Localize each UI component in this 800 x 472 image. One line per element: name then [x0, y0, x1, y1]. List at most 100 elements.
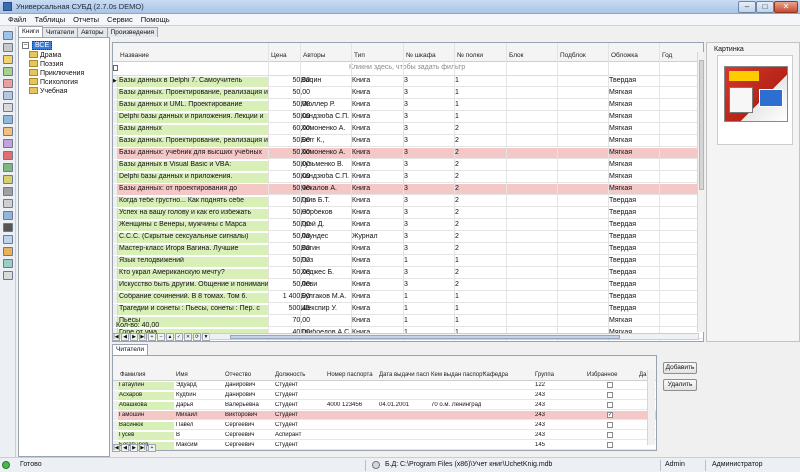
table-row[interactable]: ▶ Базы данных в Delphi 7. Самоучитель 50,0… — [113, 76, 703, 87]
books-nav-button[interactable]: ▶| — [139, 333, 147, 341]
favorite-checkbox[interactable] — [607, 392, 613, 398]
table-row[interactable]: Искусство быть другим. Общение и пониман… — [113, 280, 703, 291]
books-nav-button[interactable]: ✓ — [175, 333, 183, 341]
book-icon[interactable] — [3, 139, 13, 148]
cell-type[interactable]: Книга — [352, 317, 402, 324]
menu-tables[interactable]: Таблицы — [30, 14, 69, 25]
table-icon[interactable] — [3, 91, 13, 100]
cell-author[interactable]: Лаундес — [301, 233, 351, 240]
tab-readers-bottom[interactable]: Читатели — [112, 344, 149, 355]
cell-shelf[interactable]: 1 — [455, 113, 505, 120]
cell-type[interactable]: Книга — [352, 149, 402, 156]
table-row[interactable]: Язык телодвижений 50,00 Пиз Книга 1 1 Твердая — [113, 256, 703, 267]
books-nav-button[interactable]: ▶ — [130, 333, 138, 341]
col-header-issued-by[interactable]: Кем выдан паспорт — [431, 372, 485, 378]
cell-cabinet[interactable]: 3 — [404, 221, 454, 228]
cell-type[interactable]: Книга — [352, 341, 402, 342]
export-icon[interactable] — [3, 127, 13, 136]
books-nav-button[interactable]: ⟳ — [193, 333, 201, 341]
cell-group[interactable]: 243 — [535, 412, 585, 418]
list-item[interactable]: Асхаров Кудбин Данирович Студент 243 — [113, 391, 656, 400]
list-item[interactable]: БогатыревМаксимСергеевичСтудент145 — [113, 441, 656, 450]
col-header-shelf[interactable]: № полки — [457, 52, 483, 59]
cell-type[interactable]: Книга — [352, 77, 402, 84]
table-row[interactable]: Базы данных в Visual Basic и VBA: 50,00 Ку… — [113, 160, 703, 171]
maximize-button[interactable]: □ — [756, 1, 774, 13]
table-row[interactable]: Базы данных и UML. Проектирование 50,00 Мю… — [113, 100, 703, 111]
cell-cover[interactable]: Мягкая — [609, 173, 659, 180]
cell-firstname[interactable]: Михаил — [176, 412, 226, 418]
cell-type[interactable]: Книга — [352, 209, 402, 216]
cell-shelf[interactable]: 2 — [455, 185, 505, 192]
cell-title[interactable]: Базы данных в Delphi 7. Самоучитель — [118, 77, 268, 87]
cell-shelf[interactable]: 2 — [455, 233, 505, 240]
cell-shelf[interactable]: 2 — [455, 149, 505, 156]
tree-collapse-toggle[interactable]: – — [22, 42, 29, 49]
readers-nav-button[interactable]: ▶| — [139, 444, 147, 452]
cell-group[interactable]: 243 — [535, 392, 585, 398]
cell-title[interactable]: Собрание сочинений. В 8 томах. Том 6. — [118, 293, 268, 303]
list-item[interactable]: Гусев В Сергеевич Аспирант 243 — [113, 431, 656, 440]
cell-type[interactable]: Книга — [352, 221, 402, 228]
tree-item-all[interactable]: ВСЕ — [32, 41, 53, 50]
cell-shelf[interactable]: 2 — [455, 281, 505, 288]
books-nav-button[interactable]: |◀ — [112, 333, 120, 341]
cell-passport[interactable]: 4000 123456 — [327, 402, 377, 408]
open-icon[interactable] — [3, 31, 13, 40]
cell-shelf[interactable]: 2 — [455, 197, 505, 204]
col-header-cabinet[interactable]: № шкафа — [406, 52, 436, 59]
cell-author[interactable]: Островский — [301, 341, 351, 342]
cell-type[interactable]: Книга — [352, 101, 402, 108]
table-row[interactable]: Женщины с Венеры, мужчины с Марса 50,00 Гр… — [113, 220, 703, 231]
cell-shelf[interactable]: 1 — [455, 257, 505, 264]
attach-icon[interactable] — [3, 199, 13, 208]
cell-position[interactable]: Студент — [275, 402, 325, 408]
col-header-year[interactable]: Год — [662, 52, 672, 59]
cell-title[interactable]: Когда тебе грустно... Как поднять себе — [118, 197, 268, 207]
cell-title[interactable]: Delphi базы данных и приложения. Лекции … — [118, 113, 268, 123]
cell-type[interactable]: Книга — [352, 173, 402, 180]
books-nav-button[interactable]: + — [148, 333, 156, 341]
cell-type[interactable]: Книга — [352, 293, 402, 300]
cell-firstname[interactable]: Дарья — [176, 402, 226, 408]
cell-title[interactable]: Базы данных. Проектирование, реализация … — [118, 137, 268, 147]
col-header-cover[interactable]: Обложка — [611, 52, 638, 59]
cell-shelf[interactable]: 2 — [455, 137, 505, 144]
cell-type[interactable]: Книга — [352, 161, 402, 168]
cell-cabinet[interactable]: 1 — [404, 257, 454, 264]
cell-author[interactable]: Хомоненко А. — [301, 125, 351, 132]
col-header-price[interactable]: Цена — [271, 52, 287, 59]
cell-cover[interactable]: Твердая — [609, 293, 659, 300]
search-icon[interactable] — [3, 211, 13, 220]
cell-issued-by[interactable]: 70 о.м. Ленинграда — [431, 402, 481, 408]
col-header-department[interactable]: Кафедра — [483, 372, 508, 378]
cell-middlename[interactable]: Данирович — [225, 382, 275, 388]
table-row[interactable]: Базы данных: от проектирования до 50,00 Че… — [113, 184, 703, 195]
cell-author[interactable]: Хеджес Б. — [301, 269, 351, 276]
table-row[interactable]: Delphi базы данных и приложения. 50,00 Кан… — [113, 172, 703, 183]
cell-author[interactable]: Шекспир У. — [301, 305, 351, 312]
cell-type[interactable]: Книга — [352, 113, 402, 120]
cell-title[interactable]: Кто украл Американскую мечту? — [118, 269, 268, 279]
cell-lastname[interactable]: Гамошин — [118, 412, 174, 420]
cell-group[interactable]: 145 — [535, 442, 585, 448]
cell-title[interactable]: Искусство быть другим. Общение и пониман… — [118, 281, 268, 291]
reader-icon[interactable] — [3, 151, 13, 160]
favorite-checkbox[interactable] — [607, 422, 613, 428]
cell-shelf[interactable]: 2 — [455, 125, 505, 132]
col-header-authors[interactable]: Авторы — [303, 52, 325, 59]
cell-cabinet[interactable]: 1 — [404, 305, 454, 312]
cell-shelf[interactable]: 2 — [455, 245, 505, 252]
cell-cabinet[interactable]: 1 — [404, 293, 454, 300]
menu-help[interactable]: Помощь — [137, 14, 174, 25]
cell-type[interactable]: Книга — [352, 197, 402, 204]
cell-shelf[interactable]: 1 — [455, 341, 505, 342]
close-button[interactable]: ✕ — [774, 1, 798, 13]
cell-middlename[interactable]: Сергеевич — [225, 432, 275, 438]
cell-author[interactable]: Грив Б.Т. — [301, 197, 351, 204]
cell-title[interactable]: Базы данных: от проектирования до — [118, 185, 268, 195]
cell-type[interactable]: Книга — [352, 281, 402, 288]
cell-type[interactable]: Книга — [352, 257, 402, 264]
cell-lastname[interactable]: Гатаулин — [118, 382, 174, 390]
cell-cover[interactable]: Мягкая — [609, 101, 659, 108]
